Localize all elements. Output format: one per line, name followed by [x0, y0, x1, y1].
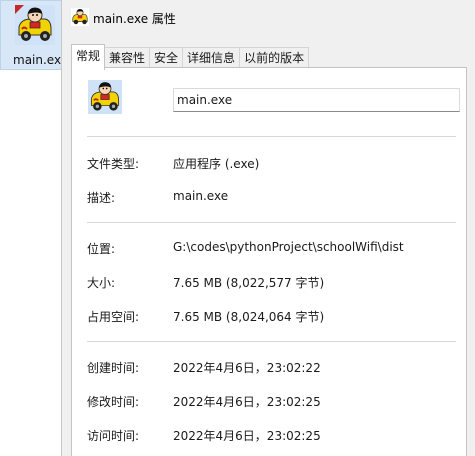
- tab-bar: 常规 兼容性 安全 详细信息 以前的版本: [71, 44, 310, 70]
- general-panel: 文件类型: 应用程序 (.exe) 描述: main.exe 位置: G:\co…: [71, 67, 467, 456]
- divider: [87, 341, 456, 342]
- created-value: 2022年4月6日，23:02:22: [173, 361, 321, 375]
- app-icon: [71, 8, 89, 26]
- location-value: G:\codes\pythonProject\schoolWifi\dist: [173, 240, 404, 254]
- accessed-label: 访问时间:: [87, 429, 140, 443]
- size-label: 大小:: [87, 276, 116, 290]
- file-icon: [88, 80, 122, 114]
- location-label: 位置:: [87, 242, 116, 256]
- divider: [87, 136, 456, 137]
- cartoon-car-icon: [15, 5, 55, 45]
- description-label: 描述:: [87, 191, 116, 205]
- size-value: 7.65 MB (8,022,577 字节): [173, 276, 325, 290]
- file-name-input[interactable]: [173, 88, 460, 112]
- tab-compatibility[interactable]: 兼容性: [104, 47, 151, 69]
- tab-details[interactable]: 详细信息: [182, 47, 241, 69]
- tab-security[interactable]: 安全: [149, 47, 184, 69]
- title-bar[interactable]: main.exe 属性: [62, 0, 475, 34]
- tab-previous-versions[interactable]: 以前的版本: [239, 47, 310, 69]
- modified-label: 修改时间:: [87, 395, 140, 409]
- tab-general[interactable]: 常规: [71, 44, 106, 70]
- divider: [87, 222, 456, 223]
- size-on-disk-label: 占用空间:: [87, 310, 140, 324]
- description-value: main.exe: [173, 189, 229, 203]
- file-type-value: 应用程序 (.exe): [173, 157, 260, 171]
- accessed-value: 2022年4月6日，23:02:25: [173, 429, 321, 443]
- file-type-label: 文件类型:: [87, 157, 140, 171]
- size-on-disk-value: 7.65 MB (8,024,064 字节): [173, 310, 325, 324]
- desktop-icon-label: main.exe: [13, 53, 69, 67]
- modified-value: 2022年4月6日，23:02:25: [173, 395, 321, 409]
- window-title: main.exe 属性: [93, 12, 176, 26]
- created-label: 创建时间:: [87, 361, 140, 375]
- desktop-file-icon[interactable]: main.exe: [0, 0, 70, 70]
- properties-dialog: main.exe 属性 常规 兼容性 安全 详细信息 以前的版本 文件类型: 应…: [61, 0, 475, 456]
